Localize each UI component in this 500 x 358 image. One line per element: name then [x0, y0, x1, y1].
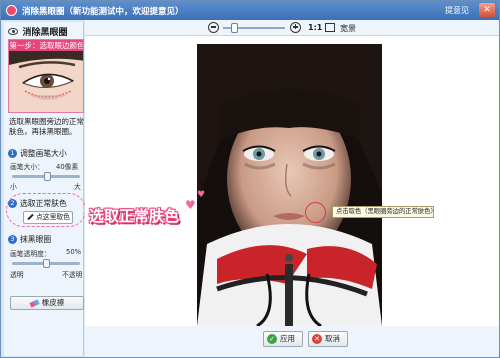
pick-color-tooltip: 点击取色（黑眼圈旁边的正常肤色）	[332, 206, 437, 218]
step-1-label: 调整画笔大小	[20, 149, 67, 158]
action-bar: ✓ 应用 ✕ 取消	[85, 326, 499, 357]
cancel-button[interactable]: ✕ 取消	[308, 331, 348, 347]
brush-size-min-label: 小	[10, 183, 17, 191]
checkmark-icon: ✓	[267, 334, 277, 344]
app-icon	[6, 5, 17, 16]
portrait-illustration	[197, 44, 382, 326]
sample-eye-illustration	[9, 51, 83, 112]
actual-size-button[interactable]: 1:1	[308, 23, 322, 32]
step-2-label: 选取正常肤色	[20, 199, 67, 208]
opacity-min-label: 透明	[10, 271, 24, 279]
feedback-link[interactable]: 提意见	[445, 5, 469, 16]
panel-heading-label: 消除黑眼圈	[22, 28, 68, 38]
opacity-max-label: 不透明	[62, 271, 83, 279]
brush-size-label: 画笔大小：	[10, 163, 44, 171]
zoom-slider[interactable]	[223, 23, 285, 33]
eye-icon	[8, 28, 18, 35]
window-title: 消除黑眼圈（新功能测试中，欢迎提意见）	[22, 7, 184, 17]
sample-image: 第一步：选取眼边颜色	[8, 39, 84, 113]
pick-color-button[interactable]: 点这里取色	[23, 211, 73, 224]
fit-view-label[interactable]: 宽景	[340, 23, 356, 34]
zoom-slider-knob[interactable]	[231, 23, 238, 33]
brush-size-value: 40像素	[56, 163, 79, 171]
cancel-label: 取消	[325, 334, 340, 343]
close-button[interactable]: ✕	[479, 3, 495, 17]
apply-button[interactable]: ✓ 应用	[263, 331, 303, 347]
eraser-icon	[29, 298, 40, 308]
brush-cursor	[305, 202, 326, 223]
brush-size-max-label: 大	[74, 183, 81, 191]
step-3: 3 抹黑眼圈	[8, 234, 51, 245]
brush-size-slider[interactable]	[12, 172, 80, 181]
portrait-photo[interactable]	[197, 44, 382, 326]
zoom-in-icon[interactable]	[290, 22, 301, 33]
step-1: 1 调整画笔大小	[8, 148, 67, 159]
step-3-label: 抹黑眼圈	[20, 235, 52, 244]
heart-icon: ♥	[185, 198, 196, 212]
eraser-button[interactable]: 橡皮擦	[10, 296, 84, 310]
opacity-value: 50%	[66, 248, 82, 256]
sample-banner: 第一步：选取眼边颜色	[9, 40, 84, 51]
app-window: 消除黑眼圈（新功能测试中，欢迎提意见） 提意见 ✕ 消除黑眼圈 第一步：选取眼边…	[0, 0, 500, 358]
pick-color-label: 点这里取色	[36, 213, 70, 221]
eyedropper-icon	[27, 213, 34, 221]
step-2-number: 2	[8, 199, 17, 208]
fit-screen-icon[interactable]	[325, 23, 335, 32]
step-2: 2 选取正常肤色	[8, 198, 67, 209]
tutorial-annotation: 选取正常肤色	[89, 207, 180, 225]
eraser-label: 橡皮擦	[41, 298, 65, 307]
panel-heading: 消除黑眼圈	[8, 25, 68, 39]
cancel-icon: ✕	[312, 334, 322, 344]
zoom-out-icon[interactable]	[208, 22, 219, 33]
brush-size-slider-knob[interactable]	[44, 172, 51, 181]
opacity-slider[interactable]	[12, 259, 80, 268]
step-3-number: 3	[8, 235, 17, 244]
apply-label: 应用	[280, 334, 295, 343]
zoom-toolbar: 1:1 宽景	[85, 20, 499, 36]
instruction-text: 选取黑眼圈旁边的正常肤色，再抹黑眼圈。	[9, 117, 84, 136]
step-1-number: 1	[8, 149, 17, 158]
heart-icon-small: ♥	[197, 190, 206, 200]
left-panel: 消除黑眼圈 第一步：选取眼边颜色 选取黑眼圈旁边的正常肤色，再抹黑眼圈。 1 调整…	[4, 22, 86, 356]
canvas-area[interactable]: 点击取色（黑眼圈旁边的正常肤色）	[85, 36, 499, 326]
title-bar: 消除黑眼圈（新功能测试中，欢迎提意见） 提意见 ✕	[1, 1, 499, 20]
opacity-label: 画笔透明度：	[10, 250, 51, 258]
opacity-slider-knob[interactable]	[43, 259, 50, 268]
